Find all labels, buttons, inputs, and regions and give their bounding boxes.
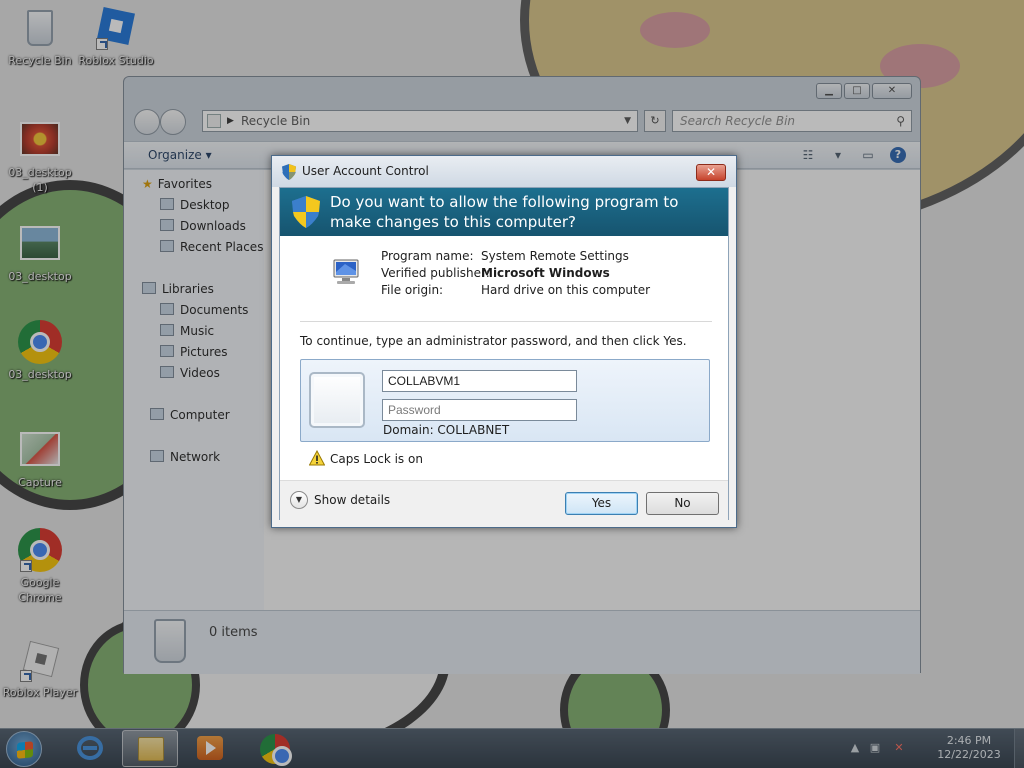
publisher-label: Verified publisher: bbox=[381, 266, 490, 280]
publisher-value: Microsoft Windows bbox=[481, 266, 610, 280]
publisher-row: Verified publisher:Microsoft Windows bbox=[381, 265, 610, 282]
show-details-label: Show details bbox=[314, 493, 391, 507]
yes-button[interactable]: Yes bbox=[565, 492, 638, 515]
uac-title: User Account Control bbox=[302, 164, 429, 178]
uac-dialog: User Account Control ✕ Do you want to al… bbox=[271, 155, 737, 528]
file-origin-value: Hard drive on this computer bbox=[481, 283, 651, 297]
user-picture bbox=[309, 372, 365, 428]
uac-shield-icon bbox=[282, 164, 296, 180]
program-name-label: Program name: bbox=[381, 249, 474, 263]
uac-body: Do you want to allow the following progr… bbox=[279, 187, 729, 521]
file-origin-row: File origin: Hard drive on this computer bbox=[381, 282, 650, 299]
password-field[interactable] bbox=[382, 399, 577, 421]
show-details-toggle[interactable]: ▼ Show details bbox=[290, 491, 390, 509]
uac-footer: ▼ Show details Yes No bbox=[280, 480, 728, 521]
instruction-text: To continue, type an administrator passw… bbox=[300, 334, 687, 348]
file-origin-label: File origin: bbox=[381, 283, 444, 297]
uac-titlebar: User Account Control ✕ bbox=[272, 156, 736, 187]
credential-tile[interactable]: Domain: COLLABNET bbox=[300, 359, 710, 442]
caps-lock-warning: Caps Lock is on bbox=[330, 452, 423, 466]
program-name-row: Program name: System Remote Settings bbox=[381, 248, 629, 265]
divider bbox=[300, 321, 712, 322]
uac-banner: Do you want to allow the following progr… bbox=[280, 188, 728, 236]
chevron-down-icon: ▼ bbox=[290, 491, 308, 509]
program-name-value: System Remote Settings bbox=[481, 249, 629, 263]
remote-settings-icon bbox=[333, 259, 359, 284]
username-field[interactable] bbox=[382, 370, 577, 392]
close-button[interactable]: ✕ bbox=[696, 164, 726, 181]
domain-label: Domain: COLLABNET bbox=[383, 423, 510, 437]
no-button[interactable]: No bbox=[646, 492, 719, 515]
warning-icon bbox=[309, 450, 325, 466]
uac-shield-icon bbox=[292, 196, 320, 228]
uac-question: Do you want to allow the following progr… bbox=[330, 193, 679, 231]
